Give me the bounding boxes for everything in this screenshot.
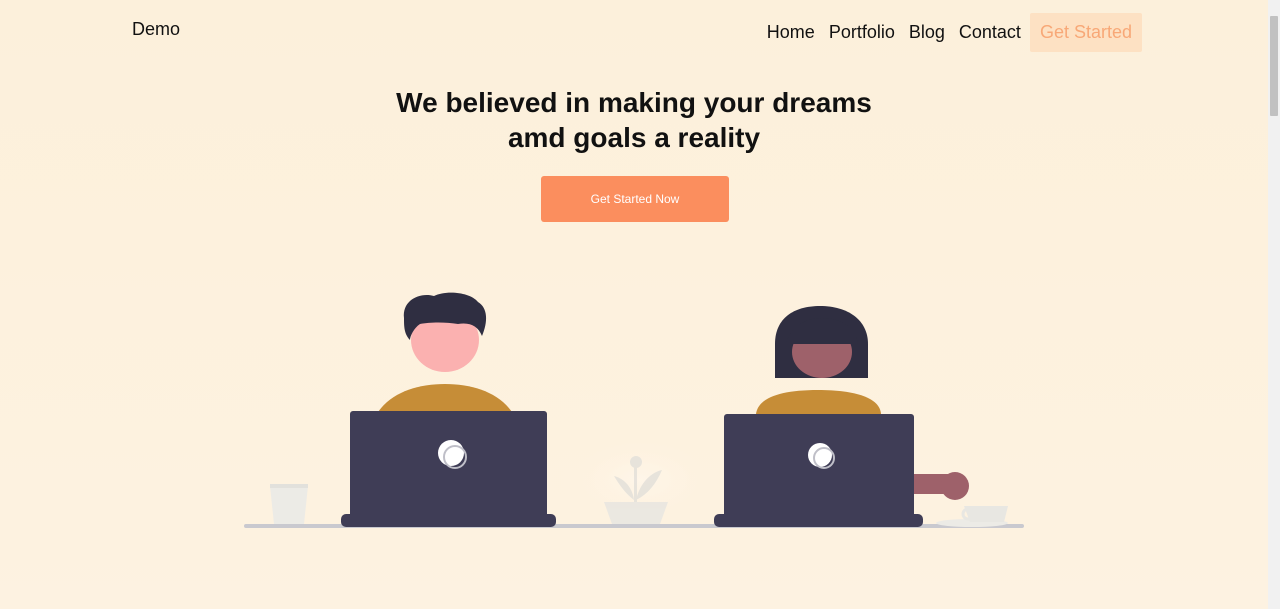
scrollbar-thumb[interactable] — [1270, 16, 1278, 116]
vertical-scrollbar[interactable] — [1268, 0, 1280, 609]
man-figure — [378, 292, 512, 412]
landing-page: Demo Home Portfolio Blog Contact Get Sta… — [0, 0, 1280, 609]
man-shirt — [378, 384, 512, 412]
woman-shirt — [756, 390, 881, 414]
laptop-left-icon — [341, 411, 556, 527]
laptop-right-icon — [714, 414, 923, 527]
cup-left-icon — [270, 484, 308, 524]
hero-illustration — [244, 292, 1024, 530]
cup-right-icon — [936, 506, 1008, 527]
woman-hand — [941, 472, 969, 500]
